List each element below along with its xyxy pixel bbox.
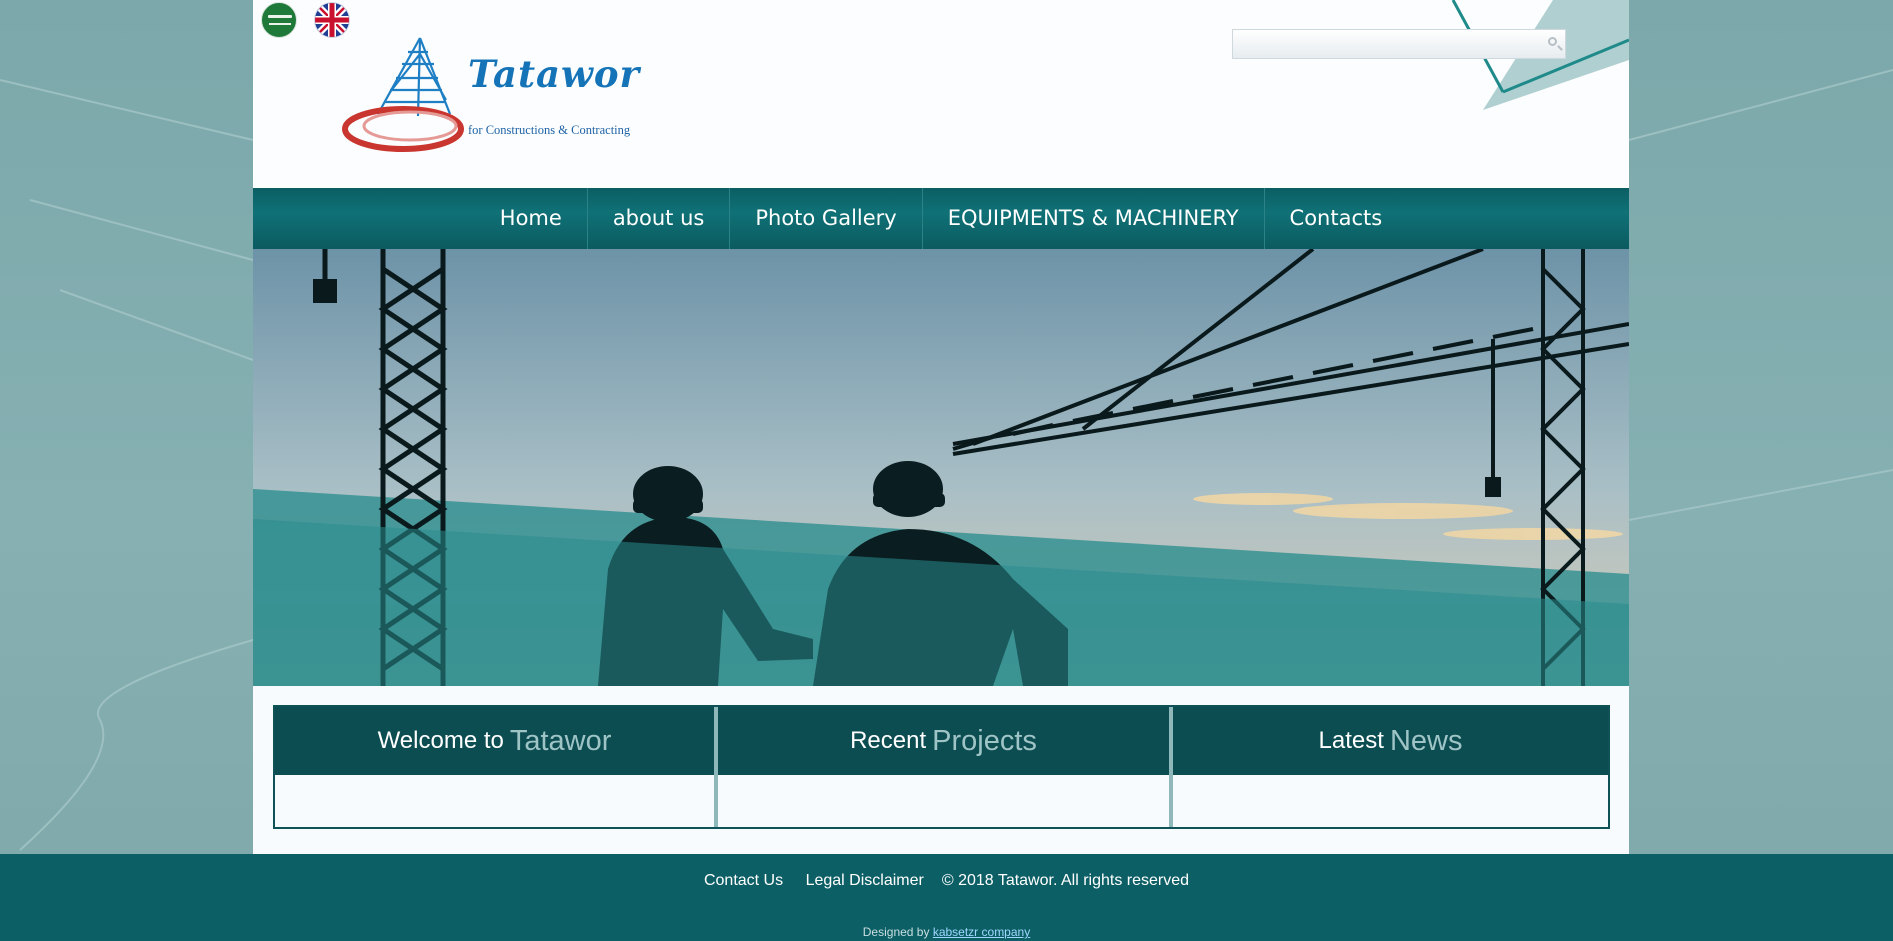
main-navigation: Home about us Photo Gallery EQUIPMENTS &…: [253, 188, 1629, 249]
panel-projects-accent: Projects: [932, 724, 1037, 757]
nav-home[interactable]: Home: [475, 188, 587, 249]
panel-projects-lead: Recent: [850, 727, 927, 754]
search-box[interactable]: [1232, 29, 1566, 59]
hero-banner-image: [253, 249, 1629, 686]
logo-title[interactable]: Tatawor: [468, 52, 640, 96]
search-input[interactable]: [1237, 31, 1541, 59]
panel-welcome-accent: Tatawor: [509, 724, 612, 757]
header: Tatawor for Constructions & Contracting: [253, 0, 1629, 188]
arabic-flag-icon[interactable]: [261, 2, 297, 38]
panel-projects-body: [718, 775, 1169, 827]
logo-subtitle: for Constructions & Contracting: [468, 123, 631, 137]
panel-news-header[interactable]: Latest News: [1173, 707, 1608, 775]
page-container: Tatawor for Constructions & Contracting …: [253, 0, 1629, 854]
panel-news-body: [1173, 775, 1608, 827]
panel-news-accent: News: [1389, 724, 1463, 757]
nav-contacts[interactable]: Contacts: [1263, 188, 1408, 249]
panel-news-lead: Latest: [1318, 727, 1384, 754]
search-icon[interactable]: [1548, 37, 1557, 46]
panel-projects-header[interactable]: Recent Projects: [718, 707, 1169, 775]
nav-about-us[interactable]: about us: [586, 188, 730, 249]
panel-welcome-body: [275, 775, 714, 827]
panel-welcome-lead: Welcome to: [377, 727, 504, 754]
designed-by-label: Designed by: [862, 925, 930, 939]
panel-welcome-header[interactable]: Welcome to Tatawor: [275, 707, 714, 775]
nav-equipments[interactable]: EQUIPMENTS & MACHINERY: [921, 188, 1264, 249]
uk-flag-icon[interactable]: [314, 2, 350, 38]
footer-copyright: © 2018 Tatawor. All rights reserved: [941, 872, 1190, 889]
nav-photo-gallery[interactable]: Photo Gallery: [729, 188, 921, 249]
footer-credit: Designed by kabsetzr company: [0, 925, 1893, 939]
info-panels: Welcome to Tatawor Recent Projects Lates…: [273, 705, 1610, 829]
footer-links: Contact Us Legal Disclaimer © 2018 Tatawo…: [0, 872, 1893, 890]
footer-legal-link[interactable]: Legal Disclaimer: [806, 872, 924, 889]
footer-contact-link[interactable]: Contact Us: [704, 872, 783, 889]
designer-link[interactable]: kabsetzr company: [933, 925, 1030, 939]
footer: Contact Us Legal Disclaimer © 2018 Tatawo…: [0, 854, 1893, 941]
